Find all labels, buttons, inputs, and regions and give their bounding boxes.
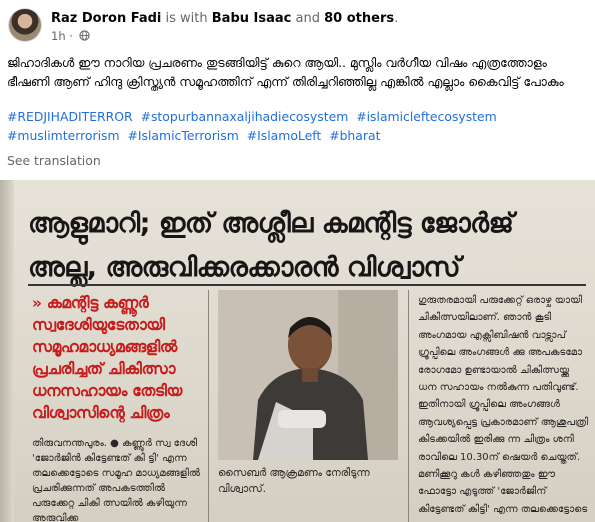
- hashtag-stopurbannaxal[interactable]: #stopurbannaxaljihadiecosystem: [141, 109, 349, 124]
- post-meta: 1h ·: [51, 29, 90, 44]
- post-time[interactable]: 1h: [51, 29, 66, 43]
- headline-line-1: ആളുമാറി; ഇത് അശ്ലീല കമന്റിട്ട ജോർജ്: [28, 208, 514, 239]
- paper-edge: [0, 180, 14, 522]
- right-column-text: ഗുരുതരമായി പരുക്കേറ്റ് ഒരാഴ്ച യായി ചികിത…: [418, 295, 589, 515]
- red-arrow: »: [32, 294, 42, 312]
- post-body-text: ജിഹാദികൾ ഈ നാറിയ പ്രചരണം തുടങ്ങിയിട്ട് ക…: [7, 55, 564, 89]
- avatar[interactable]: [8, 8, 42, 42]
- column-rule-right: [408, 290, 409, 522]
- globe-icon: [78, 30, 90, 41]
- hashtag-bharat[interactable]: #bharat: [329, 128, 380, 143]
- hashtag-islamoleft[interactable]: #IslamoLeft: [247, 128, 322, 143]
- hashtag-muslimterrorism[interactable]: #muslimterrorism: [7, 128, 120, 143]
- meta-dot: ·: [69, 29, 73, 43]
- left-column-text: തിരുവനന്തപുരം. ● കണ്ണൂർ സ്വ ദേശി 'ജോർജിൻ…: [32, 438, 201, 522]
- post-body: ജിഹാദികൾ ഈ നാറിയ പ്രചരണം തുടങ്ങിയിട്ട് ക…: [7, 53, 592, 91]
- and-text: and: [295, 11, 320, 26]
- red-highlight-body: കമന്റിട്ട കണ്ണൂർ സ്വദേശിയുടേതായി സമൂഹമാധ…: [32, 294, 183, 422]
- person-photo-drawing: [218, 290, 398, 460]
- person-photo: [218, 290, 398, 460]
- clipping-headline: ആളുമാറി; ഇത് അശ്ലീല കമന്റിട്ട ജോർജ് അല്ല…: [28, 202, 588, 290]
- column-rule: [208, 290, 209, 522]
- headline-divider: [28, 284, 586, 286]
- hashtag-islamicterrorism[interactable]: #IslamicTerrorism: [128, 128, 239, 143]
- post-image[interactable]: ആളുമാറി; ഇത് അശ്ലീല കമന്റിട്ട ജോർജ് അല്ല…: [0, 180, 595, 522]
- red-highlight-text: » കമന്റിട്ട കണ്ണൂർ സ്വദേശിയുടേതായി സമൂഹമ…: [32, 292, 202, 432]
- is-with-text: is with: [165, 11, 208, 26]
- tagged-person[interactable]: Babu Isaac: [212, 11, 292, 26]
- author-line: Raz Doron Fadi is with Babu Isaac and 80…: [51, 10, 398, 27]
- post-header: Raz Doron Fadi is with Babu Isaac and 80…: [0, 0, 595, 50]
- photo-caption: സൈബർ ആക്രമണം നേരിടുന്ന വിശ്വാസ്.: [218, 467, 370, 495]
- author-name[interactable]: Raz Doron Fadi: [51, 11, 161, 26]
- see-translation-link[interactable]: See translation: [7, 153, 101, 168]
- hashtag-list: #REDJIHADITERROR #stopurbannaxaljihadiec…: [7, 107, 592, 145]
- period: .: [394, 11, 399, 26]
- hashtag-islamicleft[interactable]: #islamicleftecosystem: [356, 109, 497, 124]
- hashtag-redjihaditerror[interactable]: #REDJIHADITERROR: [7, 109, 133, 124]
- others-link[interactable]: 80 others: [324, 11, 394, 26]
